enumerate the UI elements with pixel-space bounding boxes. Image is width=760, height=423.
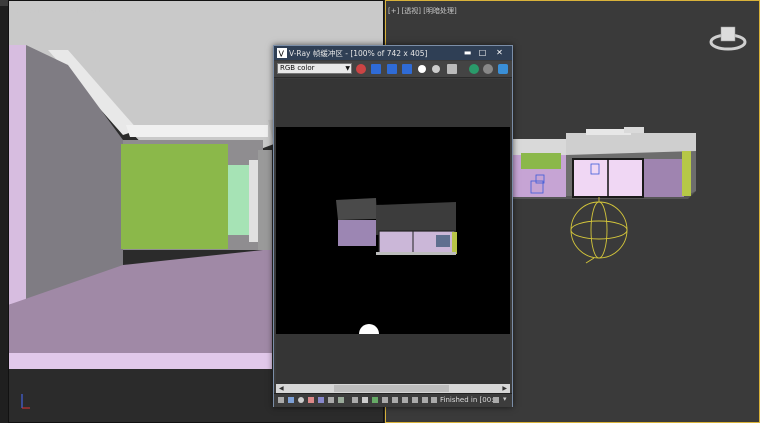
render-teapot-icon[interactable] bbox=[498, 64, 508, 74]
scroll-left-icon[interactable]: ◀ bbox=[279, 385, 284, 392]
vfb-status-bar: Finished in [00:0 ▾ bbox=[274, 393, 512, 407]
channel-select-value: RGB color bbox=[280, 64, 315, 72]
render-status-text: Finished in [00:0 bbox=[440, 396, 498, 404]
camera-viewport-label[interactable]: [+] [Camera001] [明暗处理] bbox=[12, 6, 108, 16]
left-edge-bar bbox=[0, 0, 8, 423]
display-correction-icon[interactable] bbox=[298, 397, 304, 403]
history-icon[interactable] bbox=[278, 397, 284, 403]
log-icon[interactable] bbox=[431, 397, 437, 403]
settings-icon[interactable] bbox=[422, 397, 428, 403]
scrollbar-thumb[interactable] bbox=[334, 385, 449, 392]
close-button[interactable]: ✕ bbox=[493, 47, 506, 58]
green-channel-button[interactable] bbox=[387, 64, 397, 74]
blue-channel-button[interactable] bbox=[402, 64, 412, 74]
vfb-title-bar[interactable]: V V-Ray 帧缓冲区 - [100% of 742 x 405] ▬ □ ✕ bbox=[274, 46, 512, 60]
srgb-icon[interactable] bbox=[308, 397, 314, 403]
log-window-icon[interactable] bbox=[493, 397, 499, 403]
link-icon[interactable] bbox=[402, 397, 408, 403]
rgb-channels-icon[interactable] bbox=[356, 64, 366, 74]
render-area[interactable] bbox=[276, 79, 510, 384]
scroll-right-icon[interactable]: ▶ bbox=[502, 385, 507, 392]
maximize-button[interactable]: □ bbox=[476, 47, 489, 58]
alpha-channel-icon[interactable] bbox=[418, 65, 426, 73]
chevron-down-icon[interactable]: ▾ bbox=[503, 395, 507, 403]
axis-tripod-icon bbox=[21, 394, 30, 409]
channel-select[interactable]: RGB color ▼ bbox=[277, 63, 352, 74]
lut-icon[interactable] bbox=[318, 397, 324, 403]
bucket-icon[interactable] bbox=[382, 397, 388, 403]
red-channel-button[interactable] bbox=[371, 64, 381, 74]
mono-channel-icon[interactable] bbox=[432, 65, 440, 73]
rendered-image bbox=[276, 127, 510, 334]
light-gizmo-icon bbox=[570, 197, 628, 264]
minimize-button[interactable]: ▬ bbox=[461, 47, 474, 58]
chevron-down-icon: ▼ bbox=[345, 65, 350, 72]
vfb-toolbar: RGB color ▼ bbox=[274, 61, 512, 78]
render-region-icon[interactable] bbox=[469, 64, 479, 74]
vray-frame-buffer-window[interactable]: V V-Ray 帧缓冲区 - [100% of 742 x 405] ▬ □ ✕… bbox=[273, 45, 513, 407]
ocio-icon[interactable] bbox=[328, 397, 334, 403]
region-icon[interactable] bbox=[362, 397, 368, 403]
ipr-icon[interactable] bbox=[372, 397, 378, 403]
horizontal-scrollbar[interactable]: ◀ ▶ bbox=[276, 384, 510, 393]
svg-text:V: V bbox=[279, 50, 285, 59]
track-mouse-icon[interactable] bbox=[352, 397, 358, 403]
lens-effects-icon[interactable] bbox=[288, 397, 294, 403]
compare-icon[interactable] bbox=[338, 397, 344, 403]
green-wall-panel bbox=[121, 144, 228, 249]
save-image-icon[interactable] bbox=[447, 64, 457, 74]
pause-icon[interactable] bbox=[412, 397, 418, 403]
pixel-info-icon[interactable] bbox=[392, 397, 398, 403]
vfb-title-text: V-Ray 帧缓冲区 - [100% of 742 x 405] bbox=[289, 49, 428, 58]
vray-logo-icon: V bbox=[277, 48, 287, 58]
view-cube-icon[interactable] bbox=[708, 21, 748, 53]
stop-render-icon[interactable] bbox=[483, 64, 493, 74]
